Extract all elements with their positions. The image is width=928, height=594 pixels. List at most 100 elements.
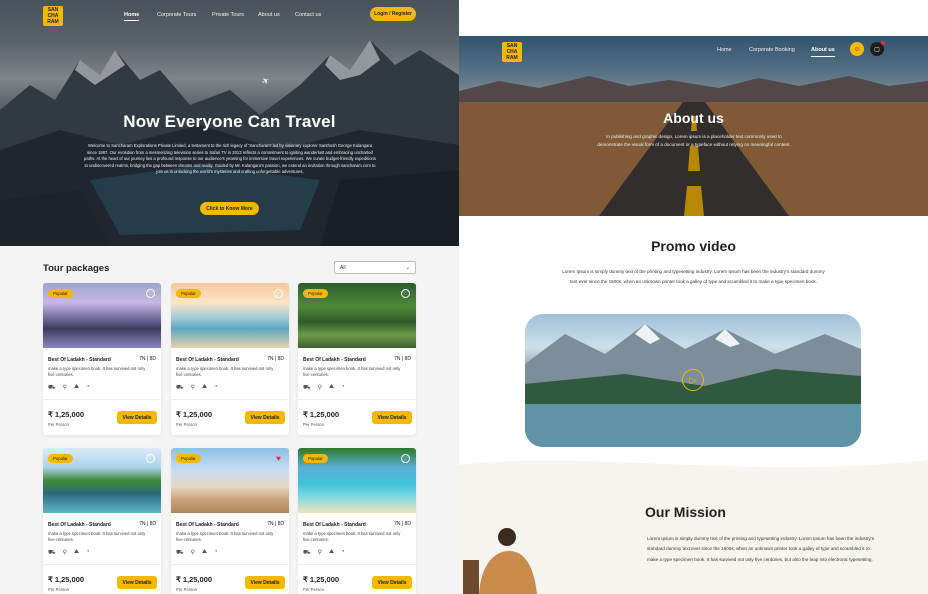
bike-icon: ⚲ — [317, 550, 322, 556]
home-page-panel: ✈ Now Everyone Can Travel Welcome to San… — [0, 0, 459, 594]
about-page-panel: About us In publishing and graphic desig… — [459, 0, 928, 594]
favorite-heart-icon[interactable]: ♡ — [146, 289, 155, 298]
tour-description: make a type specimen book. It has surviv… — [48, 366, 146, 377]
page: ✈ Now Everyone Can Travel Welcome to San… — [0, 0, 928, 594]
favorite-heart-icon[interactable]: ♡ — [146, 454, 155, 463]
meal-icon: ◔ — [341, 384, 345, 390]
tour-price: ₹ 1,25,000 — [176, 575, 213, 584]
tour-packages-title: Tour packages — [43, 263, 110, 274]
bike-icon: ⚲ — [190, 550, 195, 556]
nav-link-corporate-booking[interactable]: Corporate Booking — [749, 47, 795, 53]
nav-link-home[interactable]: Home — [717, 47, 732, 53]
price-per-person: Per Person — [303, 587, 324, 592]
mission-text: Lorem Ipsum is simply dummy text of the … — [647, 536, 875, 562]
home-hero: ✈ Now Everyone Can Travel Welcome to San… — [0, 0, 459, 246]
know-more-button[interactable]: Click to Know More — [200, 202, 259, 215]
favorite-heart-icon[interactable]: ♡ — [401, 454, 410, 463]
mountain-icon: ⛰ — [201, 549, 208, 555]
tour-price: ₹ 1,25,000 — [48, 410, 85, 419]
home-navbar: SAN CHA RAM Home Corporate Tours Private T… — [0, 0, 459, 30]
car-icon: ⛟ — [48, 385, 56, 391]
card-divider — [171, 564, 289, 565]
mountain-icon: ⛰ — [328, 384, 335, 390]
meal-icon: ◔ — [214, 549, 218, 555]
hero-description: Welcome to Sancharam Explorations Privat… — [84, 143, 376, 175]
nav-link-contact-us[interactable]: Contact us — [295, 12, 321, 18]
brand-logo[interactable]: SAN CHA RAM — [43, 6, 63, 26]
tour-card[interactable]: Popular ♡ Best Of Ladakh - Standard 7N | 8D… — [171, 283, 289, 435]
play-icon[interactable]: ▷ — [682, 369, 704, 391]
card-divider — [43, 399, 161, 400]
meal-icon: ◔ — [214, 384, 218, 390]
nav-link-home[interactable]: Home — [124, 12, 140, 21]
view-details-button[interactable]: View Details — [245, 411, 285, 424]
view-details-button[interactable]: View Details — [117, 411, 157, 424]
nav-link-private-tours[interactable]: Private Tours — [212, 12, 244, 18]
tour-description: make a type specimen book. It has surviv… — [176, 366, 274, 377]
about-description: In publishing and graphic design, Lorem … — [597, 134, 791, 147]
popular-badge: Popular — [176, 289, 201, 298]
bike-icon: ⚲ — [62, 385, 67, 391]
brand-logo[interactable]: SAN CHA RAM — [502, 42, 522, 62]
tour-card[interactable]: Popular ♥ Best Of Ladakh - Standard 7N | 8D… — [171, 448, 289, 594]
tour-description: make a type specimen book. It has surviv… — [303, 531, 401, 542]
tour-duration: 7N | 8D — [394, 521, 411, 527]
nav-link-about-us[interactable]: About us — [811, 47, 835, 57]
tour-duration: 7N | 8D — [139, 521, 156, 527]
nav-link-about-us[interactable]: About us — [258, 12, 280, 18]
bike-icon: ⚲ — [190, 385, 195, 391]
tour-name: Best Of Ladakh - Standard — [176, 357, 239, 363]
mission-title: Our Mission — [645, 504, 726, 520]
tour-card[interactable]: Popular ♡ Best Of Ladakh - Standard 7N | 8D… — [298, 283, 416, 435]
mountain-icon: ⛰ — [328, 549, 335, 555]
popular-badge: Popular — [176, 454, 201, 463]
card-divider — [298, 399, 416, 400]
tour-duration: 7N | 8D — [394, 356, 411, 362]
filter-value: All — [340, 265, 346, 271]
tour-card[interactable]: Popular ♡ Best Of Ladakh - Standard 7N | 8D… — [298, 448, 416, 594]
popular-badge: Popular — [303, 289, 328, 298]
amenity-icons: ⛟ ⚲ ⛰ ◔ — [303, 549, 345, 557]
favorite-heart-icon[interactable]: ♡ — [274, 289, 283, 298]
amenity-icons: ⛟ ⚲ ⛰ ◔ — [303, 384, 345, 392]
tour-description: make a type specimen book. It has surviv… — [176, 531, 274, 542]
promo-video-player[interactable]: ▷ — [525, 314, 861, 447]
view-details-button[interactable]: View Details — [245, 576, 285, 589]
amenity-icons: ⛟ ⚲ ⛰ ◔ — [176, 549, 218, 557]
package-filter-select[interactable]: All ⌄ — [334, 261, 416, 274]
tour-card[interactable]: Popular ♡ Best Of Ladakh - Standard 7N | 8D… — [43, 448, 161, 594]
mountain-icon: ⛰ — [73, 384, 80, 390]
amenity-icons: ⛟ ⚲ ⛰ ◔ — [48, 384, 90, 392]
tour-card[interactable]: Popular ♡ Best Of Ladakh - Standard 7N | 8D… — [43, 283, 161, 435]
tour-price: ₹ 1,25,000 — [176, 410, 213, 419]
mountain-icon: ⛰ — [73, 549, 80, 555]
tour-duration: 7N | 8D — [267, 521, 284, 527]
meal-icon: ◔ — [86, 384, 90, 390]
card-divider — [298, 564, 416, 565]
cart-icon[interactable]: ▢ — [870, 41, 885, 56]
tour-price: ₹ 1,25,000 — [48, 575, 85, 584]
nav-link-corporate-tours[interactable]: Corporate Tours — [157, 12, 196, 18]
bike-icon: ⚲ — [62, 550, 67, 556]
favorite-heart-icon[interactable]: ♥ — [274, 454, 283, 463]
login-register-button[interactable]: Login / Register — [370, 7, 416, 21]
tour-price: ₹ 1,25,000 — [303, 575, 340, 584]
user-profile-icon[interactable]: ☺ — [850, 42, 864, 56]
meal-icon: ◔ — [341, 549, 345, 555]
tour-duration: 7N | 8D — [139, 356, 156, 362]
meal-icon: ◔ — [86, 549, 90, 555]
favorite-heart-icon[interactable]: ♡ — [401, 289, 410, 298]
price-per-person: Per Person — [176, 587, 197, 592]
promo-video-title: Promo video — [651, 238, 736, 254]
tour-name: Best Of Ladakh - Standard — [176, 522, 239, 528]
hiker-photo — [459, 515, 539, 594]
amenity-icons: ⛟ ⚲ ⛰ ◔ — [176, 384, 218, 392]
view-details-button[interactable]: View Details — [372, 576, 412, 589]
about-navbar: SAN CHA RAM Home Corporate Booking About u… — [459, 36, 928, 66]
view-details-button[interactable]: View Details — [117, 576, 157, 589]
price-per-person: Per Person — [303, 422, 324, 427]
card-divider — [171, 399, 289, 400]
about-title: About us — [663, 110, 724, 126]
view-details-button[interactable]: View Details — [372, 411, 412, 424]
card-divider — [43, 564, 161, 565]
